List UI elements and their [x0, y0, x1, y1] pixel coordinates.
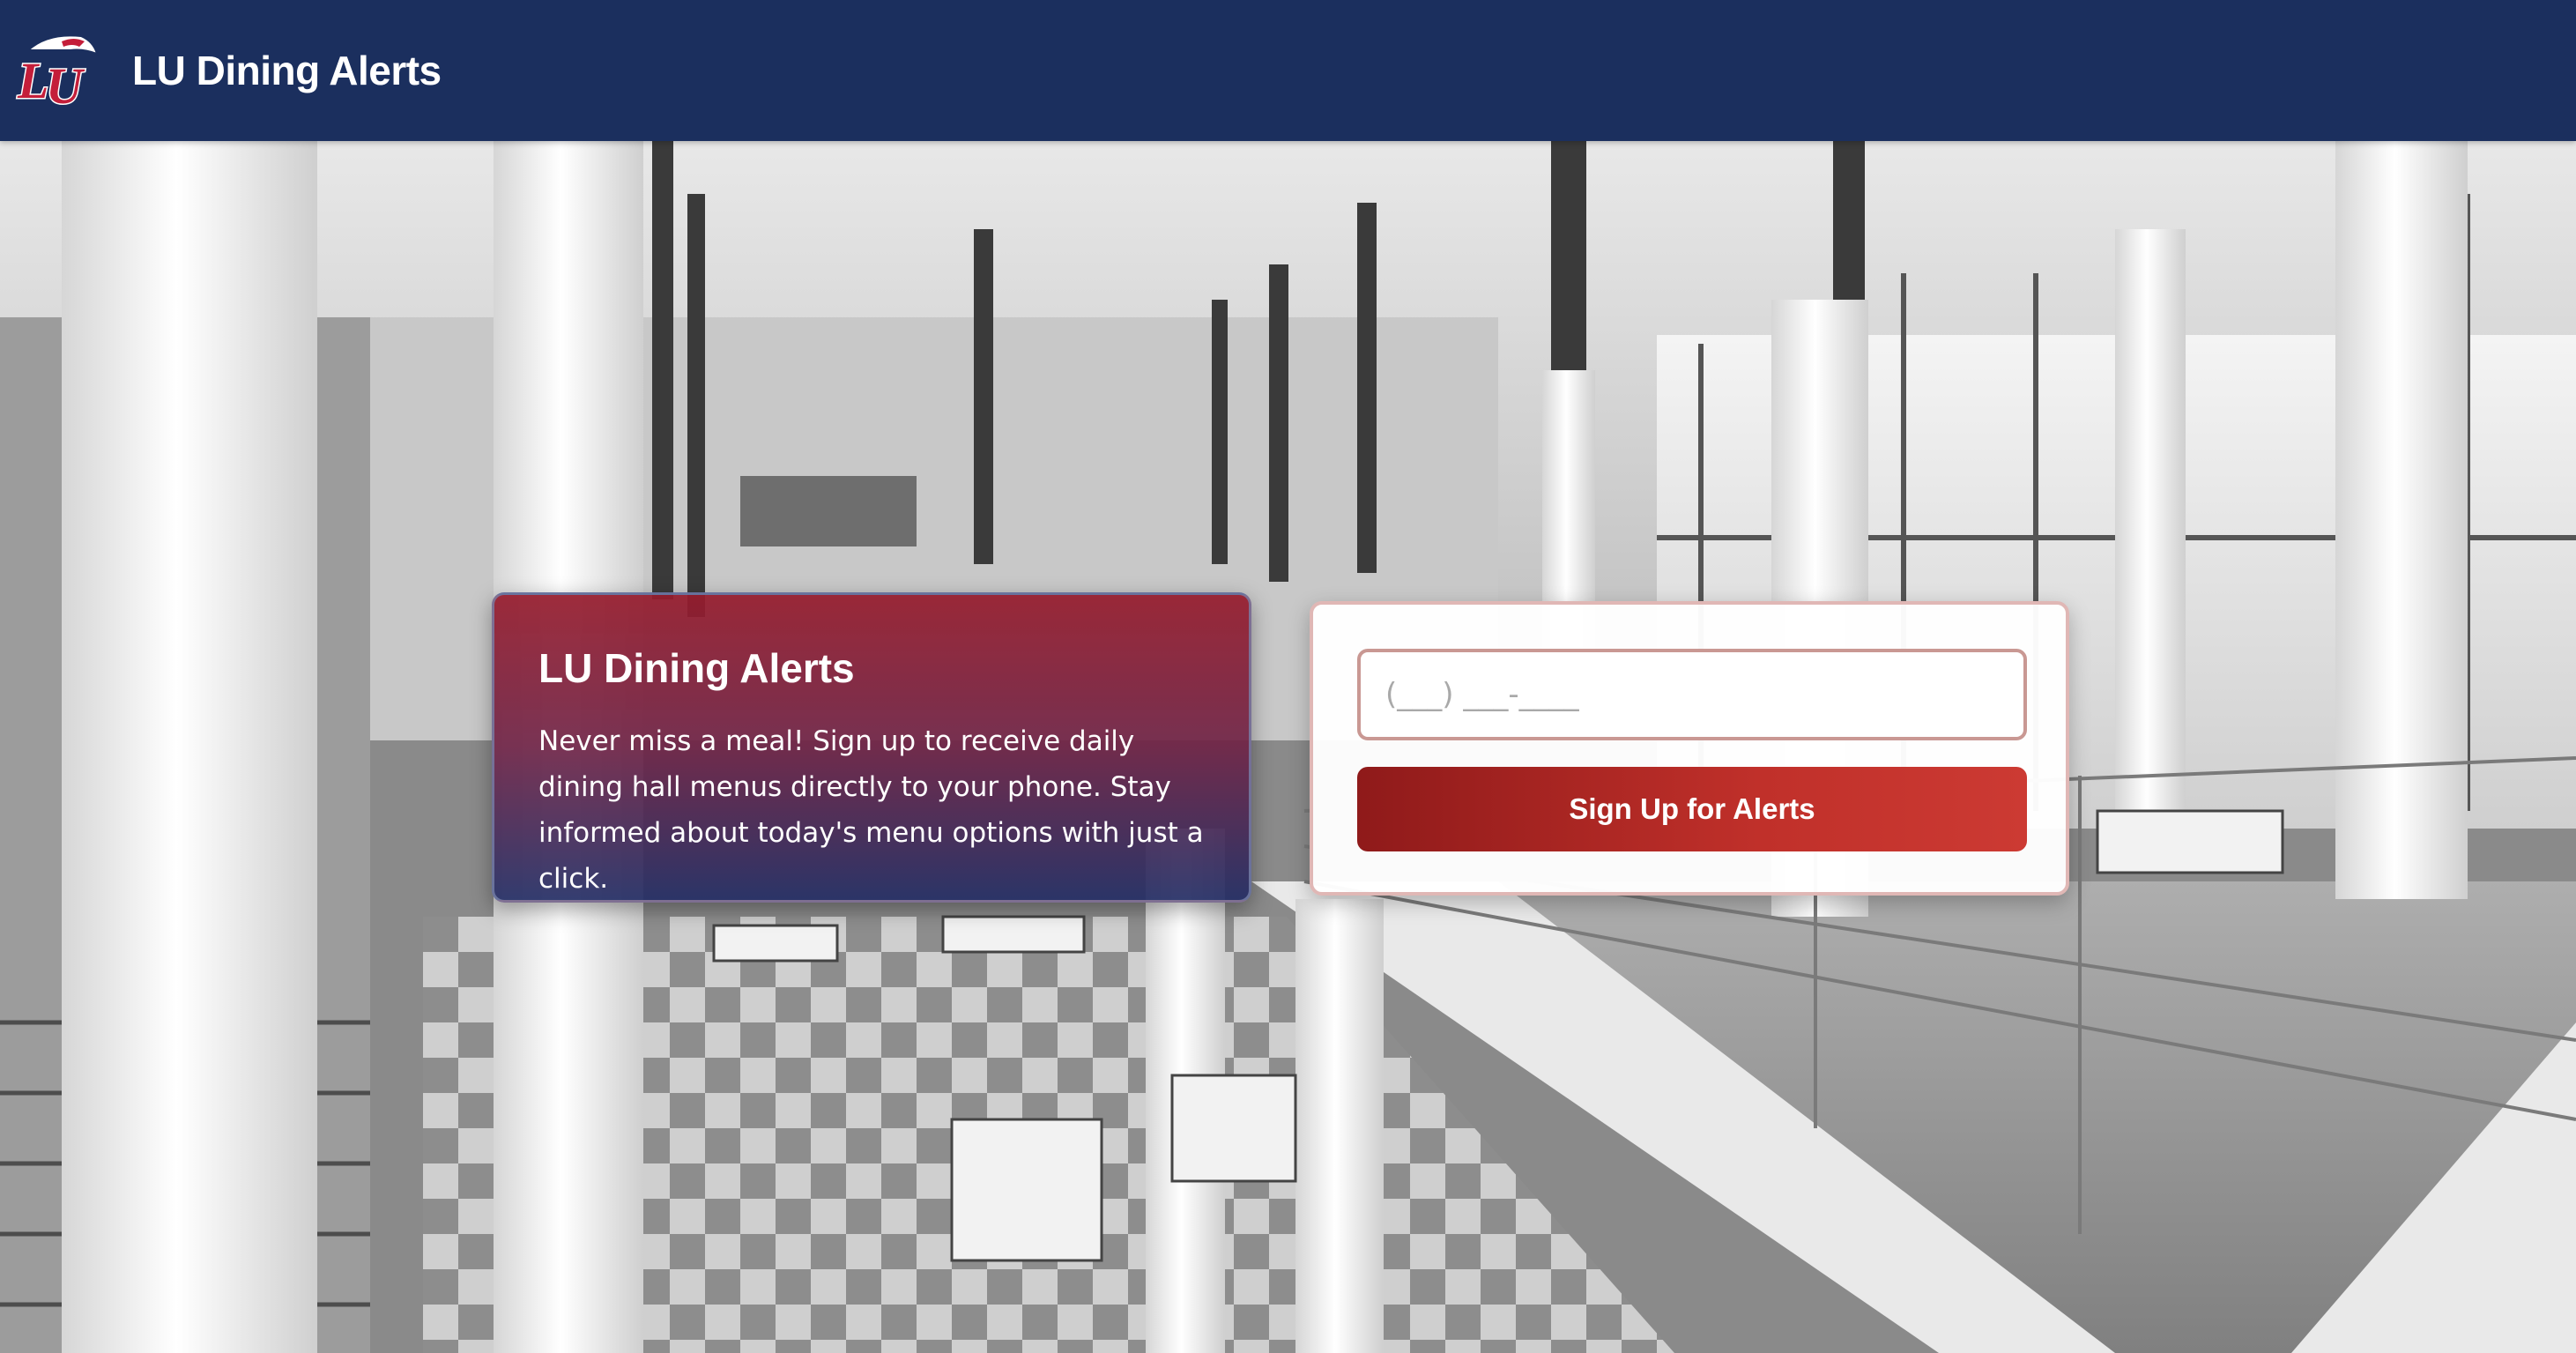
phone-number-input[interactable] — [1357, 649, 2027, 740]
info-card-title: LU Dining Alerts — [538, 645, 855, 691]
svg-text:U: U — [46, 57, 85, 110]
sign-up-button[interactable]: Sign Up for Alerts — [1357, 767, 2027, 851]
app-title: LU Dining Alerts — [132, 48, 442, 93]
top-nav-bar: L U LU Dining Alerts — [0, 0, 2576, 141]
dining-hall-background-photo — [0, 141, 2576, 1353]
info-card-description: Never miss a meal! Sign up to receive da… — [538, 725, 1204, 895]
svg-text:L: L — [17, 52, 48, 109]
info-card: LU Dining Alerts Never miss a meal! Sign… — [492, 592, 1251, 903]
liberty-flames-eagle-logo-icon[interactable]: L U — [12, 31, 100, 110]
signup-form-card: Sign Up for Alerts — [1310, 601, 2069, 896]
page: L U LU Dining Alerts LU Dining Alerts Ne… — [0, 0, 2576, 1353]
